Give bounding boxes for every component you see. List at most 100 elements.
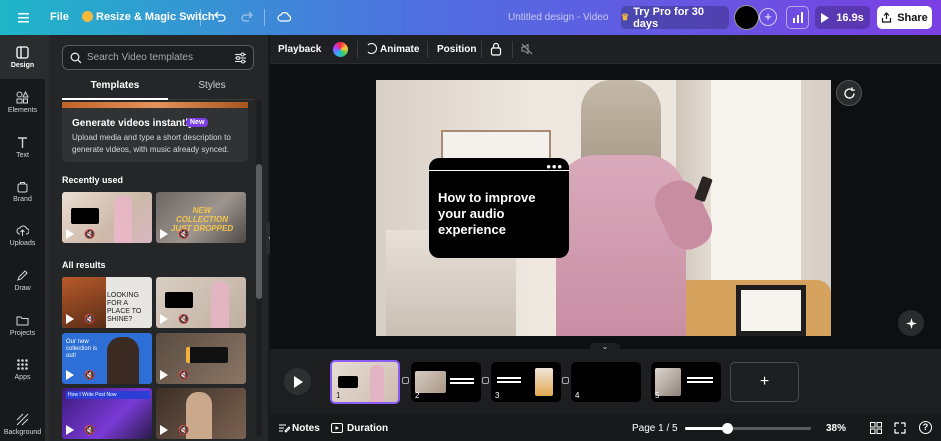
color-picker-icon[interactable]: [333, 42, 348, 57]
try-pro-button[interactable]: ♛ Try Pro for 30 days: [621, 6, 729, 30]
timeline-page-5[interactable]: 5: [651, 362, 721, 402]
template-thumb[interactable]: 🔇: [156, 333, 246, 384]
background-icon: [16, 413, 29, 426]
template-thumb[interactable]: 🔇: [156, 277, 246, 328]
play-duration: 16.9s: [836, 11, 864, 24]
rail-label: Background: [3, 429, 42, 436]
video-stage[interactable]: ••• How to improve your audio experience: [376, 80, 831, 336]
fullscreen-icon[interactable]: [894, 422, 906, 434]
transition-icon[interactable]: [482, 377, 489, 384]
timeline-page-3[interactable]: 3: [491, 362, 561, 402]
resize-magic-switch-button[interactable]: Resize & Magic Switch: [96, 11, 215, 23]
rail-item-background[interactable]: Background: [0, 413, 45, 436]
panel-scrollbar-thumb[interactable]: [256, 164, 262, 299]
transition-icon[interactable]: [562, 377, 569, 384]
add-page-button[interactable]: +: [730, 362, 799, 402]
overlay-text[interactable]: How to improve your audio experience: [438, 190, 558, 238]
rail-item-design[interactable]: Design: [0, 46, 45, 69]
tab-underline-rest: [168, 99, 254, 100]
timeline-collapse-tab[interactable]: ⌄: [590, 343, 620, 351]
avatar[interactable]: [734, 5, 759, 30]
divider: [357, 41, 358, 58]
timeline-page-1[interactable]: 1: [330, 360, 400, 404]
page-number: 4: [575, 391, 580, 400]
duration-button[interactable]: Duration: [347, 423, 388, 434]
zoom-slider-knob[interactable]: [721, 423, 733, 434]
apps-icon: [17, 359, 28, 370]
pillow: [736, 285, 806, 336]
promo-card[interactable]: Generate videos instantly New Upload med…: [62, 102, 248, 162]
template-thumb[interactable]: How I Write Post Now 🔇: [62, 388, 152, 439]
animate-button[interactable]: Animate: [380, 44, 419, 55]
window-frame: [706, 80, 801, 290]
rail-item-apps[interactable]: Apps: [0, 358, 45, 381]
rail-item-uploads[interactable]: Uploads: [0, 224, 45, 247]
tab-styles[interactable]: Styles: [159, 80, 265, 91]
play-icon: [294, 375, 303, 388]
analytics-button[interactable]: [786, 6, 809, 29]
animate-icon: [366, 43, 377, 54]
rail-item-elements[interactable]: Elements: [0, 91, 45, 114]
design-icon: [16, 46, 29, 59]
volume-mute-icon[interactable]: [521, 43, 533, 55]
play-icon: [160, 425, 168, 435]
search-icon: [70, 52, 82, 64]
page-number: 2: [415, 391, 420, 400]
grid-view-icon[interactable]: [870, 422, 882, 434]
draw-icon: [17, 270, 28, 281]
rail-item-brand[interactable]: Brand: [0, 180, 45, 203]
rail-label: Projects: [9, 330, 36, 337]
page-number: 3: [495, 391, 500, 400]
playback-button[interactable]: Playback: [278, 44, 321, 55]
template-thumb[interactable]: 🔇: [156, 388, 246, 439]
rail-item-projects[interactable]: Projects: [0, 314, 45, 337]
template-thumb[interactable]: 🔇: [62, 192, 152, 243]
transition-icon[interactable]: [402, 377, 409, 384]
menu-icon[interactable]: [18, 11, 29, 23]
play-icon: [821, 12, 830, 23]
zoom-level[interactable]: 38%: [826, 423, 846, 434]
text-overlay-card[interactable]: ••• How to improve your audio experience: [429, 158, 569, 258]
thumb-figure: [114, 196, 132, 243]
mute-icon: 🔇: [84, 229, 96, 239]
side-rail: Design Elements Text Brand Uploads Draw …: [0, 35, 45, 441]
undo-icon[interactable]: [213, 10, 226, 28]
thumb-overlay: [71, 208, 99, 224]
thumb-overlay: [186, 347, 228, 363]
document-title[interactable]: Untitled design - Video: [508, 12, 608, 23]
rail-item-text[interactable]: Text: [0, 136, 45, 159]
timeline-play-button[interactable]: [284, 368, 311, 395]
all-results-heading: All results: [62, 260, 106, 270]
search-input[interactable]: Search Video templates: [62, 45, 254, 70]
position-button[interactable]: Position: [437, 44, 476, 55]
page-indicator[interactable]: Page 1 / 5: [632, 423, 678, 434]
rail-item-draw[interactable]: Draw: [0, 269, 45, 292]
card-divider: [429, 170, 569, 171]
share-label: Share: [897, 11, 928, 24]
play-preview-button[interactable]: 16.9s: [815, 6, 870, 29]
lock-icon[interactable]: [490, 42, 502, 56]
refresh-button[interactable]: [836, 80, 862, 106]
template-thumb[interactable]: NEW COLLECTION JUST DROPPED 🔇: [156, 192, 246, 243]
magic-assist-button[interactable]: [898, 310, 924, 336]
panel-scrollbar[interactable]: [256, 100, 262, 437]
file-menu[interactable]: File: [50, 11, 69, 23]
divider: [264, 9, 265, 26]
timeline-page-2[interactable]: 2: [411, 362, 481, 402]
mute-icon: 🔇: [178, 370, 190, 380]
filter-icon[interactable]: [234, 52, 247, 64]
help-icon[interactable]: ?: [919, 421, 932, 434]
zoom-slider[interactable]: [685, 423, 811, 434]
template-thumb[interactable]: LOOKING FOR A PLACE TO SHINE? 🔇: [62, 277, 152, 328]
mute-icon: 🔇: [178, 314, 190, 324]
timeline-page-4[interactable]: 4: [571, 362, 641, 402]
tab-templates[interactable]: Templates: [62, 80, 168, 91]
more-options-icon[interactable]: •••: [546, 159, 563, 174]
add-collaborator-icon[interactable]: +: [759, 8, 777, 26]
share-button[interactable]: Share: [877, 6, 932, 29]
redo-icon[interactable]: [241, 10, 254, 28]
cloud-save-icon[interactable]: [277, 10, 292, 28]
mute-icon: 🔇: [84, 370, 96, 380]
notes-button[interactable]: Notes: [292, 423, 320, 434]
template-thumb[interactable]: Our new collection is out! 🔇: [62, 333, 152, 384]
